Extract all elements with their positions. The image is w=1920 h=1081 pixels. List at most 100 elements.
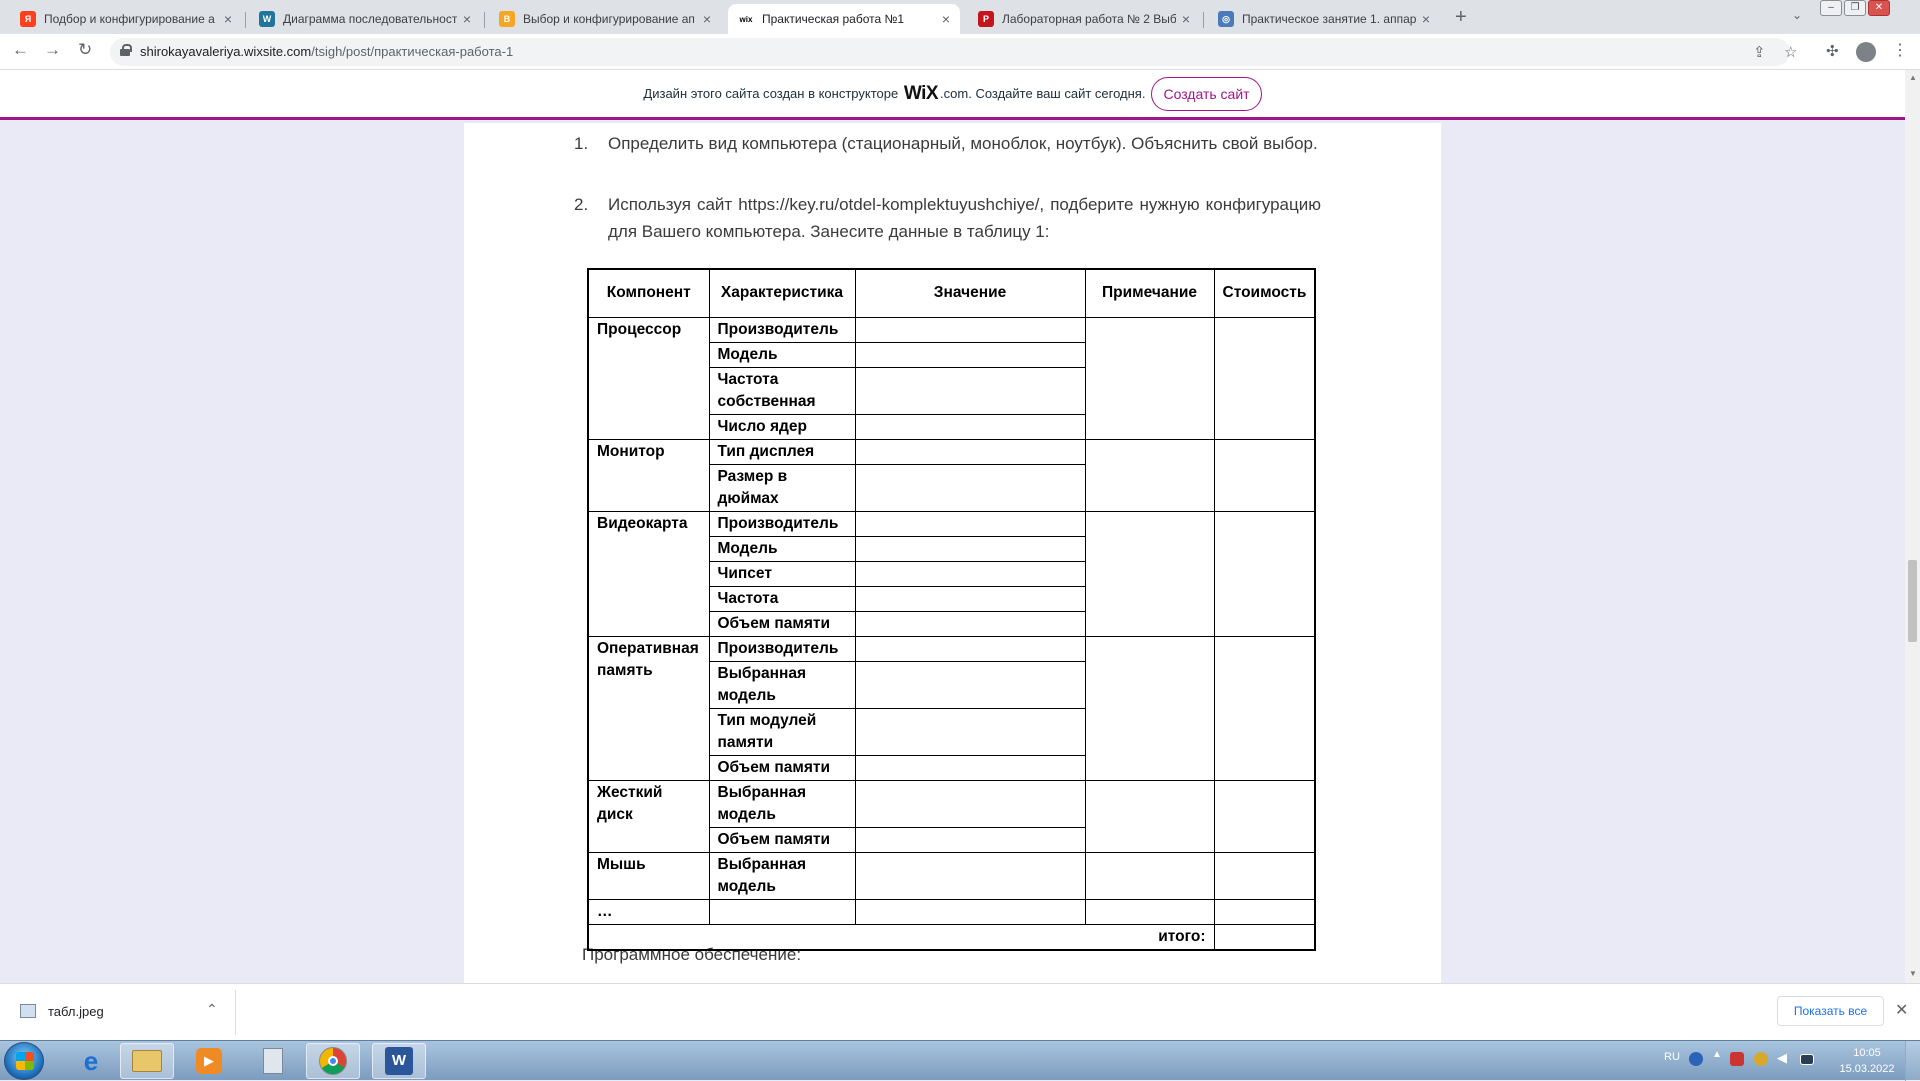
profile-avatar[interactable] [1856,42,1876,62]
browser-toolbar: ← → ↻ shirokayavaleriya.wixsite.com/tsig… [0,34,1920,70]
characteristic-cell: Производитель [708,316,856,343]
scroll-down-icon[interactable]: ▼ [1909,969,1917,978]
pdf-icon: P [978,11,994,27]
clock[interactable]: 10:05 15.03.2022 [1836,1045,1898,1077]
component-cell: Оперативная память [587,635,710,781]
col-header-characteristic: Характеристика [708,268,856,318]
restore-button[interactable]: ❐ [1844,0,1866,16]
list-item: 2. Используя сайт https://key.ru/otdel-k… [574,191,1321,245]
reload-icon[interactable]: ↻ [78,40,92,60]
lock-icon[interactable] [120,44,132,56]
volume-icon[interactable]: ◀ [1777,1050,1791,1065]
menu-kebab-icon[interactable]: ⋮ [1892,40,1908,60]
tab-5[interactable]: P Лабораторная работа № 2 Выб × [968,4,1200,34]
tab-close-icon[interactable]: × [1182,11,1190,27]
share-icon[interactable]: ⇪ [1753,43,1766,61]
show-all-downloads-button[interactable]: Показать все [1777,996,1884,1026]
cost-cell [1213,779,1316,853]
tab-search-icon[interactable]: ⌄ [1792,8,1802,22]
value-cell [854,660,1086,709]
windows-taskbar: e ▶ W RU ▲ ◀ 10:05 15.03.2022 [0,1040,1920,1081]
value-cell [854,826,1086,853]
cost-cell [1213,510,1316,637]
cost-cell [1213,898,1316,925]
show-hidden-icons[interactable]: ▲ [1712,1049,1722,1063]
cost-cell [1213,316,1316,440]
characteristic-cell: Выбранная модель [708,660,856,709]
total-label: итого: [587,923,1215,950]
table-row: Процессор Производитель [587,316,1316,440]
tab-title: Лабораторная работа № 2 Выб [1002,12,1176,26]
network-icon[interactable] [1800,1054,1814,1065]
value-cell [854,413,1086,440]
component-cell: Жесткий диск [587,779,710,853]
tab-1[interactable]: Я Подбор и конфигурирование а × [10,4,242,34]
list-number: 1. [574,134,589,153]
forward-icon[interactable]: → [44,40,61,60]
component-cell: Монитор [587,438,710,512]
components-table: Компонент Характеристика Значение Примеч… [587,268,1317,951]
file-explorer-icon[interactable] [120,1043,174,1079]
address-bar[interactable]: shirokayavaleriya.wixsite.com/tsigh/post… [110,38,1797,66]
blogger-icon: B [499,11,515,27]
download-filename[interactable]: табл.jpeg [48,1004,104,1019]
col-header-cost: Стоимость [1213,268,1316,318]
wix-banner-text-2: .com. Создайте ваш сайт сегодня. [940,86,1146,101]
value-cell [854,438,1086,465]
component-cell: Мышь [587,851,710,900]
back-icon[interactable]: ← [12,40,29,60]
tab-2[interactable]: W Диаграмма последовательност × [249,4,481,34]
value-cell [854,366,1086,415]
tab-close-icon[interactable]: × [224,11,232,27]
value-cell [854,851,1086,900]
value-cell [854,585,1086,612]
create-site-button[interactable]: Создать сайт [1151,76,1262,111]
wix-icon: wix [738,11,754,27]
language-indicator[interactable]: RU [1664,1051,1680,1063]
start-button[interactable] [4,1042,44,1080]
component-cell: Процессор [587,316,710,440]
close-icon[interactable]: ✕ [1895,1000,1908,1020]
value-cell [854,510,1086,537]
image-file-icon [20,1004,36,1018]
list-text: Определить вид компьютера (стационарный,… [608,134,1318,153]
update-icon[interactable] [1754,1052,1768,1066]
wix-logo: WiX [903,82,939,104]
tab-separator [484,12,485,28]
window-controls: – ❐ ✕ [1820,0,1890,16]
minimize-button[interactable]: – [1820,0,1842,16]
note-cell [1084,316,1215,440]
tab-close-icon[interactable]: × [703,11,711,27]
download-shelf: табл.jpeg ⌃ Показать все ✕ [0,983,1920,1040]
close-window-button[interactable]: ✕ [1868,0,1890,16]
help-icon[interactable] [1689,1052,1703,1066]
calculator-icon[interactable] [246,1043,300,1079]
bookmark-star-icon[interactable]: ☆ [1784,43,1797,61]
tab-3[interactable]: B Выбор и конфигурирование ап × [489,4,721,34]
tab-6[interactable]: ◎ Практическое занятие 1. аппар × [1208,4,1440,34]
chevron-up-icon[interactable]: ⌃ [206,1001,218,1018]
internet-explorer-icon[interactable]: e [64,1043,118,1079]
word-icon[interactable]: W [372,1043,426,1079]
antivirus-icon[interactable] [1730,1052,1744,1066]
windows-logo-icon [16,1052,34,1070]
tab-4[interactable]: wix Практическая работа №1 × [728,4,960,34]
extensions-icon[interactable]: ✣ [1826,42,1839,60]
chrome-icon[interactable] [306,1043,360,1079]
characteristic-cell: Модель [708,535,856,562]
yandex-icon: Я [20,11,36,27]
tab-close-icon[interactable]: × [1422,11,1430,27]
clock-date: 15.03.2022 [1839,1063,1895,1075]
characteristic-cell: Размер в дюймах [708,463,856,512]
tab-close-icon[interactable]: × [942,11,950,27]
tab-title: Диаграмма последовательност [283,12,457,26]
table-header-row: Компонент Характеристика Значение Примеч… [587,268,1316,318]
show-desktop-button[interactable] [1905,1041,1920,1081]
tab-close-icon[interactable]: × [463,11,471,27]
scrollbar-thumb[interactable] [1908,560,1917,642]
page-scrollbar[interactable]: ▲ ▼ [1905,70,1920,983]
scroll-up-icon[interactable]: ▲ [1909,73,1917,82]
new-tab-button[interactable]: + [1455,6,1467,29]
value-cell [854,535,1086,562]
media-player-icon[interactable]: ▶ [182,1043,236,1079]
